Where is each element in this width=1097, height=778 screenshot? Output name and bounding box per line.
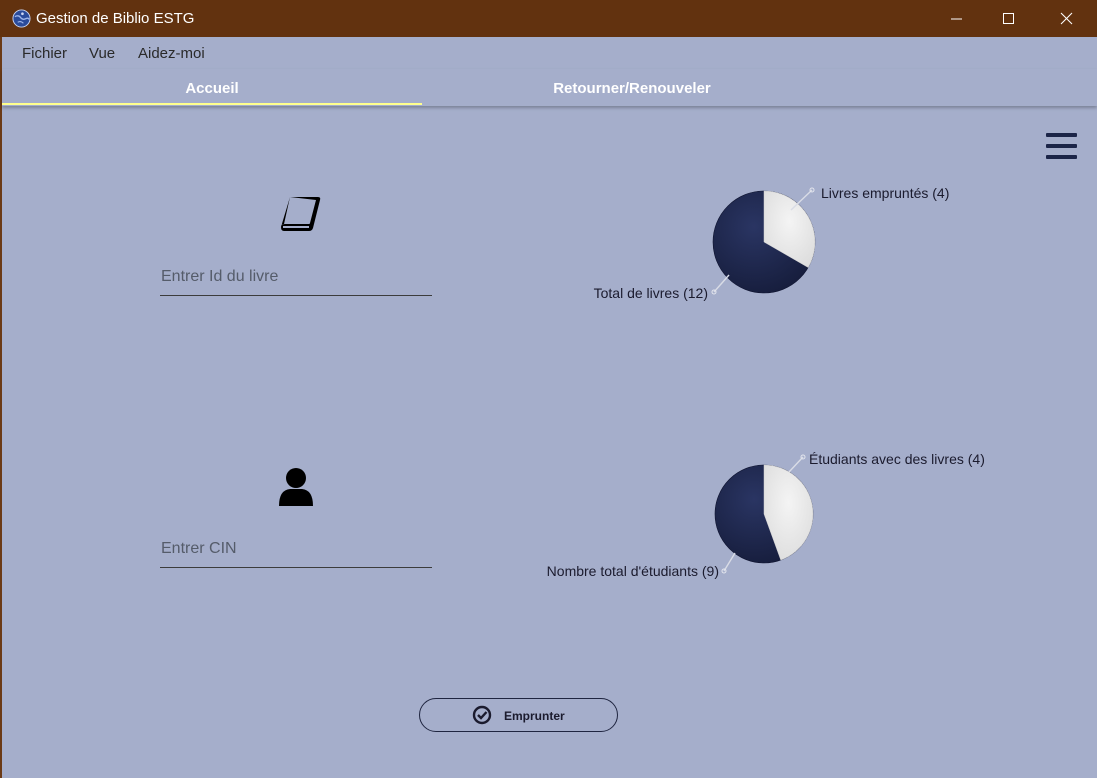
menu-aidez-moi[interactable]: Aidez-moi [138, 45, 205, 62]
pie-leader-line [788, 456, 804, 473]
emprunter-button[interactable]: Emprunter [419, 698, 618, 732]
pie-leader-dot [711, 289, 717, 295]
pie-leader-line [713, 274, 730, 293]
user-icon [279, 468, 313, 506]
hamburger-line [1046, 155, 1077, 159]
active-tab-indicator [2, 103, 422, 105]
pie-label: Livres empruntés (4) [821, 185, 949, 201]
pie-slice-total [712, 190, 816, 294]
pie-slice-part [763, 464, 814, 561]
pie-leader-line [723, 552, 736, 572]
close-button[interactable] [1042, 0, 1092, 37]
tab-bar: Accueil Retourner/Renouveler [2, 69, 1097, 106]
pie-slice-part [763, 190, 816, 268]
pie-leader-dot [800, 454, 806, 460]
tab-retourner-renouveler[interactable]: Retourner/Renouveler [422, 69, 842, 106]
maximize-icon [1003, 13, 1014, 24]
pie-label: Nombre total d'étudiants (9) [547, 563, 719, 579]
tab-accueil-label: Accueil [185, 80, 239, 97]
menu-vue[interactable]: Vue [89, 45, 115, 62]
title-bar: Gestion de Biblio ESTG [0, 0, 1097, 37]
menu-bar: Fichier Vue Aidez-moi [2, 37, 1097, 69]
close-icon [1060, 12, 1073, 25]
book-id-input[interactable] [160, 259, 432, 296]
hamburger-menu-icon[interactable] [1046, 133, 1078, 161]
emprunter-label: Emprunter [504, 709, 565, 723]
tab-accueil[interactable]: Accueil [2, 69, 422, 106]
pie-slice-total [714, 464, 814, 564]
globe-icon [12, 9, 31, 28]
window-left-border [0, 37, 2, 778]
tab-retourner-label: Retourner/Renouveler [553, 80, 711, 97]
window-title: Gestion de Biblio ESTG [36, 10, 195, 27]
pie-charts: Livres empruntés (4) Total de livres (12)… [547, 185, 985, 579]
maximize-button[interactable] [984, 0, 1034, 37]
hamburger-line [1046, 133, 1077, 137]
book-icon [281, 197, 321, 231]
pie-leader-line [790, 189, 813, 211]
menu-fichier[interactable]: Fichier [22, 45, 67, 62]
minimize-icon [951, 18, 962, 20]
minimize-button[interactable] [932, 0, 982, 37]
check-circle-icon [472, 705, 492, 725]
hamburger-line [1046, 144, 1077, 148]
pie-label: Total de livres (12) [594, 285, 708, 301]
pie-leader-dot [809, 187, 815, 193]
pie-label: Étudiants avec des livres (4) [809, 451, 985, 467]
cin-input[interactable] [160, 531, 432, 568]
pie-leader-dot [721, 568, 727, 574]
